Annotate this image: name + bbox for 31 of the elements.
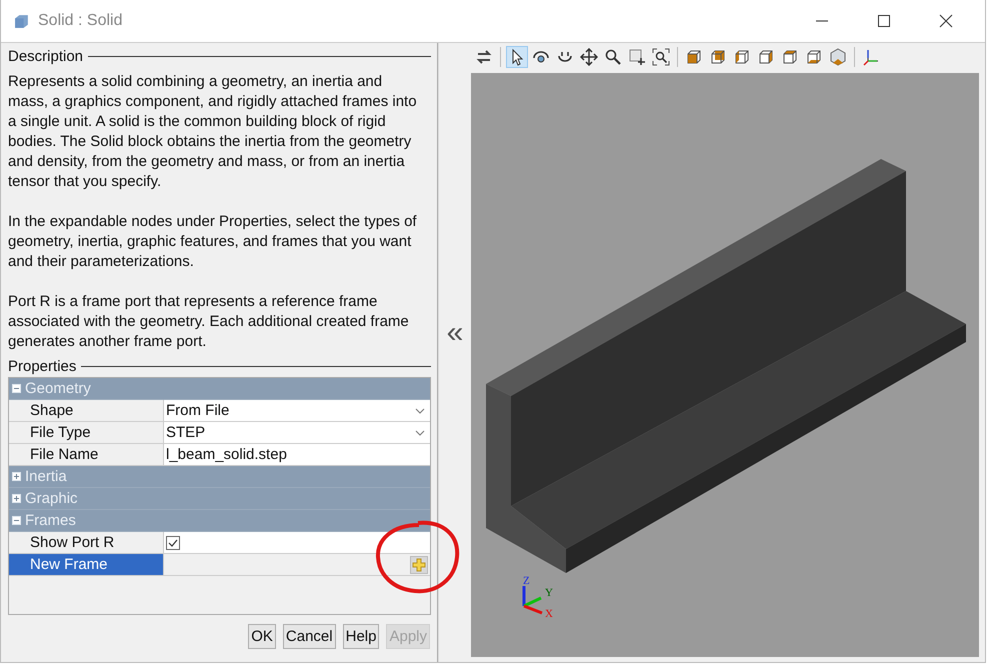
dialog-button[interactable]: Help	[342, 624, 380, 649]
collapse-button[interactable]: «	[446, 316, 464, 350]
pan-icon[interactable]	[578, 46, 600, 68]
expand-toggle-icon[interactable]	[12, 384, 21, 393]
section-heading: Description	[8, 48, 84, 64]
dropdown[interactable]: From File	[164, 400, 430, 421]
description-text: In the expandable nodes under Properties, select the types of geometry, inertia, graphic features, and frames that you want and their parameterizations.	[8, 212, 418, 272]
property-name[interactable]: New Frame	[9, 554, 164, 575]
maximize-icon[interactable]	[877, 14, 891, 28]
chevron-icon	[415, 430, 425, 436]
axis-label: X	[545, 608, 553, 620]
description-text: Port R is a frame port that represents a reference frame associated with the geometry. Each additional created frame generates another frame port.	[8, 292, 410, 352]
dropdown[interactable]: STEP	[164, 422, 430, 443]
dialog-button[interactable]: OK	[248, 624, 276, 649]
close-icon[interactable]	[939, 14, 953, 28]
cube-icon	[13, 12, 30, 30]
expand-toggle-icon[interactable]	[12, 494, 21, 503]
checkbox[interactable]	[166, 536, 180, 550]
expand-toggle-icon[interactable]	[12, 516, 21, 525]
input-field[interactable]: l_beam_solid.step	[164, 444, 430, 465]
axis-label: Z	[523, 575, 530, 587]
description-text: Represents a solid combining a geometry, an inertia and mass, a graphics component, and rigidly attached frames into a single unit. A solid is the common building block of rigid bodies. The Solid block obtains the inertia from the geometry and density, from the geometry and mass, or from an inertia tensor that you specify.	[8, 72, 418, 192]
section-heading: Properties	[8, 358, 76, 374]
expand-toggle-icon[interactable]	[12, 472, 21, 481]
window-title: Solid : Solid	[38, 12, 122, 30]
axis-label: Y	[545, 587, 553, 599]
chevron-icon	[415, 408, 425, 414]
dialog-button[interactable]: Cancel	[282, 624, 336, 649]
zoom-fit-icon[interactable]	[650, 46, 672, 68]
pointer-icon[interactable]	[506, 46, 528, 68]
axis-triad-drawing	[522, 586, 543, 614]
